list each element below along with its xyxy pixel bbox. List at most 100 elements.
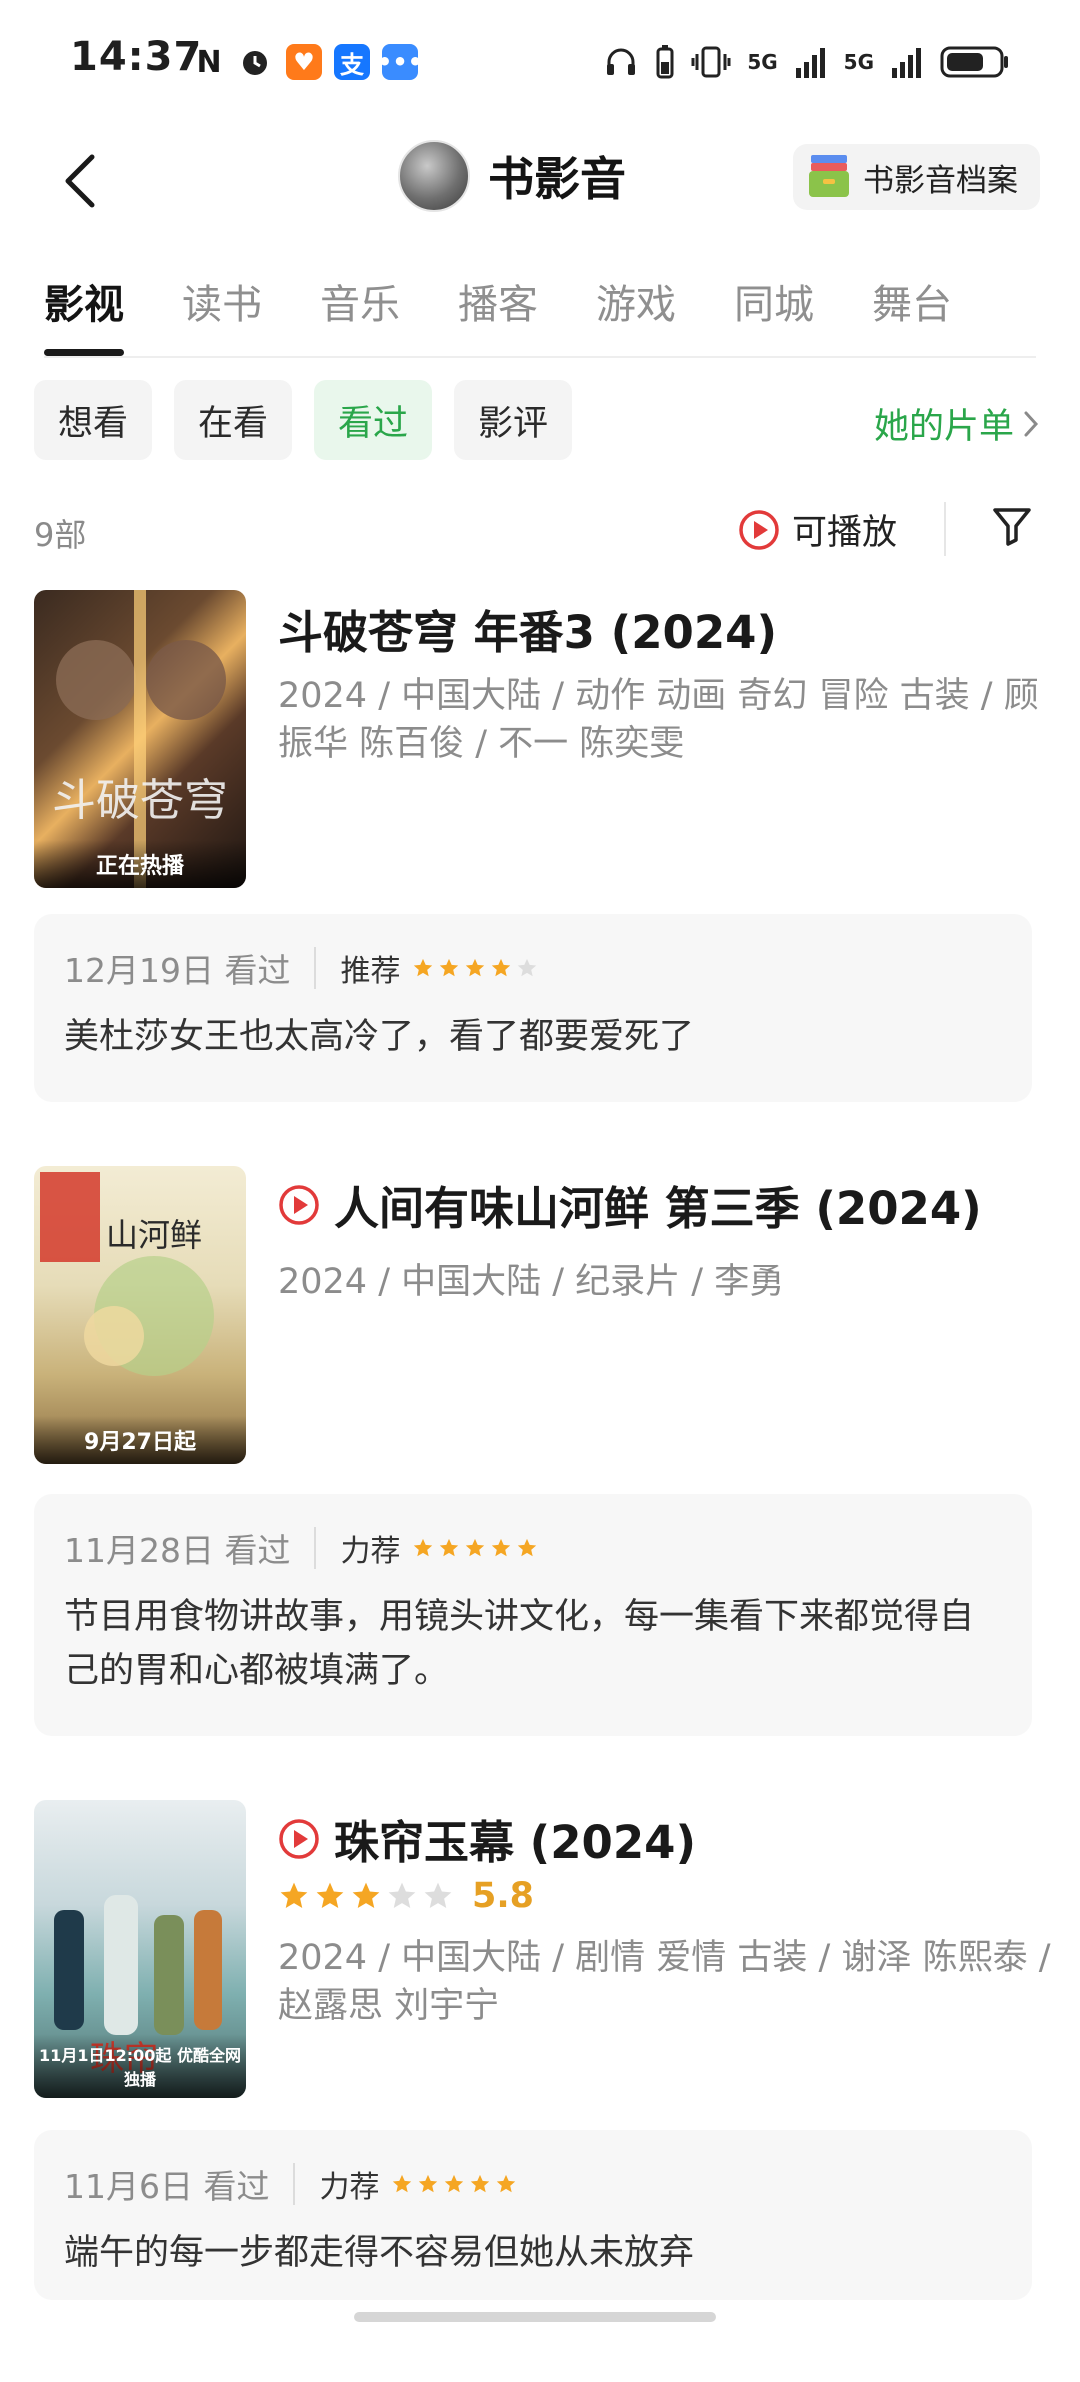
poster-label: 11月1日12:00起 优酷全网独播 (34, 2034, 246, 2098)
archive-button[interactable]: 书影音档案 (793, 144, 1040, 210)
pill-want-to-watch[interactable]: 想看 (34, 380, 153, 460)
filter-icon[interactable] (990, 504, 1034, 548)
signal-label-2: 5G (843, 50, 874, 74)
poster-image[interactable]: 斗破苍穹 正在热播 (34, 590, 246, 888)
svg-text:斗破苍穹: 斗破苍穹 (52, 775, 228, 826)
meta-divider (944, 502, 946, 556)
chevron-right-icon (1024, 411, 1039, 436)
tab-music[interactable]: 音乐 (320, 272, 400, 356)
alipay-app-icon: 支 (334, 44, 370, 80)
review-date: 12月19日 看过 (64, 951, 291, 990)
star-filled-icon (280, 1882, 308, 1908)
list-item[interactable]: 山河鲜 9月27日起 人间有味山河鲜 第三季 (2024) 2024 / 中国大… (34, 1166, 1046, 1736)
review-card[interactable]: 11月28日 看过 力荐 节目用食物讲故事，用镜头讲文化，每一集看下来都觉得自己… (34, 1494, 1032, 1736)
review-head: 11月6日 看过 力荐 (64, 2160, 517, 2208)
page: 14:37 N ♥ 支 ••• 5G 5G 书影音 书影音档案 影视 读书 音乐… (0, 0, 1080, 2382)
play-circle-icon (279, 1184, 319, 1225)
star-filled-icon (492, 958, 511, 977)
play-circle-icon (739, 509, 779, 550)
poster-image[interactable]: 山河鲜 9月27日起 (34, 1166, 246, 1464)
poster-label: 9月27日起 (34, 1416, 246, 1464)
review-divider (293, 2163, 296, 2205)
her-list-link[interactable]: 她的片单 (874, 398, 1040, 449)
item-title[interactable]: 珠帘玉幕 (2024) (278, 1806, 696, 1871)
signal-icon-2 (892, 48, 921, 78)
poster-label: 正在热播 (34, 840, 246, 888)
list-item[interactable]: 珠帘 11月1日12:00起 优酷全网独播 珠帘玉幕 (2024) 5.8 20… (34, 1800, 1051, 2300)
item-meta: 2024 / 中国大陆 / 剧情 爱情 古装 / 谢泽 陈熙泰 / 赵露思 刘宇… (278, 1938, 1051, 2026)
item-meta: 2024 / 中国大陆 / 纪录片 / 李勇 (278, 1262, 785, 1302)
star-filled-icon (440, 958, 459, 977)
review-level: 推荐 (340, 954, 401, 989)
tab-stage[interactable]: 舞台 (872, 272, 952, 356)
item-count: 9部 (34, 516, 87, 554)
vibrate-icon (691, 46, 731, 78)
star-empty-icon (388, 1882, 416, 1908)
back-button[interactable] (50, 146, 110, 216)
tab-movies[interactable]: 影视 (44, 272, 124, 356)
review-level: 力荐 (340, 1534, 401, 1569)
star-filled-icon (466, 1538, 485, 1557)
battery-icon (940, 46, 1008, 78)
archive-icon (809, 155, 849, 197)
star-empty-icon (424, 1882, 452, 1908)
message-app-icon: ••• (377, 44, 423, 80)
star-filled-icon (414, 1538, 433, 1557)
poster-image[interactable]: 珠帘 11月1日12:00起 优酷全网独播 (34, 1800, 246, 2098)
review-date: 11月6日 看过 (64, 2167, 270, 2206)
star-filled-icon (492, 1538, 511, 1557)
review-card[interactable]: 11月6日 看过 力荐 端午的每一步都走得不容易但她从未放弃 (34, 2130, 1032, 2300)
review-divider (314, 1527, 317, 1569)
avatar[interactable] (398, 140, 470, 212)
review-divider (314, 947, 317, 989)
star-filled-icon (518, 1538, 537, 1557)
chevron-left-icon (65, 154, 95, 208)
list-item[interactable]: 斗破苍穹 正在热播 斗破苍穹 年番3 (2024) 2024 / 中国大陆 / … (34, 590, 1046, 1110)
tab-divider (44, 356, 1036, 358)
review-head: 11月28日 看过 力荐 (64, 1524, 538, 1572)
star-filled-icon (393, 2174, 412, 2193)
review-stars (391, 2173, 517, 2195)
star-filled-icon (316, 1882, 344, 1908)
taobao-app-icon: ♥ (286, 44, 322, 80)
tab-podcasts[interactable]: 播客 (458, 272, 538, 356)
play-circle-icon (279, 1818, 319, 1859)
rating-stars (278, 1880, 454, 1912)
headphones-icon (607, 48, 636, 75)
home-indicator[interactable] (354, 2312, 716, 2322)
star-filled-icon (419, 2174, 438, 2193)
page-title: 书影音 (488, 152, 626, 206)
star-filled-icon (466, 958, 485, 977)
item-title-text: 人间有味山河鲜 第三季 (2024) (334, 1182, 982, 1235)
signal-icon-1 (795, 48, 825, 78)
svg-text:山河鲜: 山河鲜 (106, 1216, 202, 1254)
review-level: 力荐 (319, 2170, 380, 2205)
playable-toggle[interactable]: 可播放 (738, 504, 897, 555)
review-text: 端午的每一步都走得不容易但她从未放弃 (64, 2233, 695, 2273)
category-tabs: 影视 读书 音乐 播客 游戏 同城 舞台 (44, 272, 1080, 362)
item-title[interactable]: 人间有味山河鲜 第三季 (2024) (278, 1172, 982, 1237)
tab-books[interactable]: 读书 (182, 272, 262, 356)
item-meta: 2024 / 中国大陆 / 动作 动画 奇幻 冒险 古装 / 顾振华 陈百俊 /… (278, 676, 1039, 764)
battery-small-icon (656, 45, 674, 79)
tab-local[interactable]: 同城 (734, 272, 814, 356)
review-card[interactable]: 12月19日 看过 推荐 美杜莎女王也太高冷了，看了都要爱死了 (34, 914, 1032, 1102)
pill-reviews[interactable]: 影评 (454, 380, 573, 460)
star-filled-icon (497, 2174, 516, 2193)
review-stars (412, 1537, 538, 1559)
status-right: 5G 5G (603, 40, 1010, 84)
item-title-text: 斗破苍穹 年番3 (2024) (278, 606, 778, 659)
star-filled-icon (414, 958, 433, 977)
star-filled-icon (440, 1538, 459, 1557)
alarm-icon (236, 44, 274, 80)
review-text: 节目用食物讲故事，用镜头讲文化，每一集看下来都觉得自己的胃和心都被填满了。 (64, 1597, 975, 1691)
archive-label: 书影音档案 (863, 162, 1018, 199)
item-title[interactable]: 斗破苍穹 年番3 (2024) (278, 596, 777, 661)
status-time: 14:37 (70, 34, 203, 80)
pill-watching[interactable]: 在看 (174, 380, 293, 460)
review-head: 12月19日 看过 推荐 (64, 944, 538, 992)
pill-watched[interactable]: 看过 (314, 380, 433, 460)
rating-score: 5.8 (472, 1876, 535, 1916)
tab-games[interactable]: 游戏 (596, 272, 676, 356)
playable-label: 可播放 (792, 513, 898, 553)
